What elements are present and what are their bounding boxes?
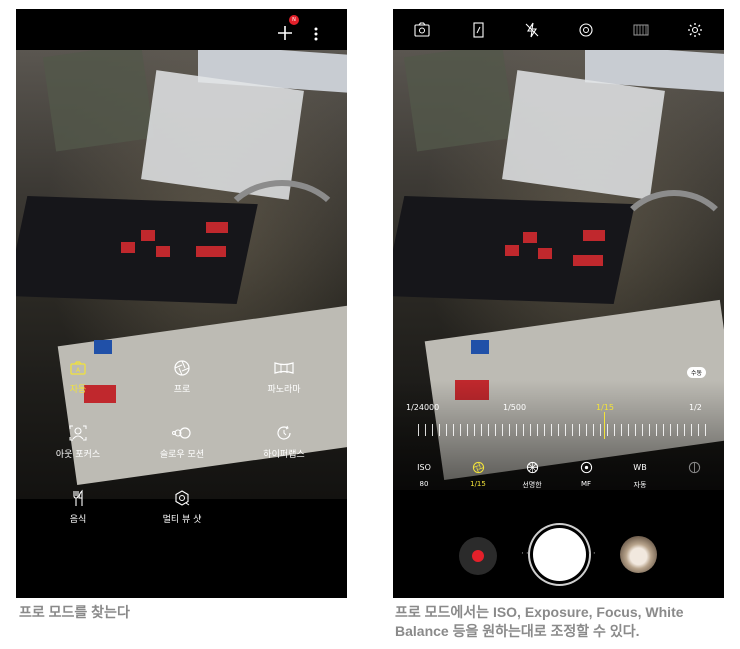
- settings-icon[interactable]: [686, 21, 704, 39]
- camera-switch-icon[interactable]: [413, 21, 431, 39]
- shutter-speed-label: 1/24000: [406, 403, 440, 412]
- mode-hyperlapse[interactable]: 하이퍼랩스: [234, 424, 334, 460]
- camera-a-icon: A: [67, 359, 89, 377]
- panorama-icon: [273, 359, 295, 377]
- mode-swipe-dots: ··: [521, 549, 531, 559]
- color-tone-value: 선명한: [522, 481, 542, 489]
- shutter-control[interactable]: 1/15: [453, 461, 503, 488]
- mode-label: 슬로우 모션: [159, 450, 205, 460]
- filter-icon[interactable]: [632, 21, 650, 39]
- shutter-button[interactable]: [533, 528, 586, 581]
- wb-value: 자동: [633, 481, 647, 489]
- right-phone-screen: 수동 1/24000 1/500 1/15 1/2 ISO 80 1/15 선명…: [393, 9, 724, 598]
- svg-text:A: A: [76, 367, 81, 374]
- iso-icon: ISO: [417, 463, 431, 472]
- aperture-icon: [453, 461, 503, 475]
- caption-right: 프로 모드에서는 ISO, Exposure, Focus, White Bal…: [395, 604, 684, 639]
- exposure-icon: [669, 461, 719, 475]
- plus-icon[interactable]: [275, 23, 295, 43]
- focus-icon: [561, 461, 611, 475]
- focus-person-icon: [67, 424, 89, 442]
- aspect-ratio-icon[interactable]: [469, 21, 487, 39]
- vertical-dots-icon[interactable]: [312, 25, 320, 43]
- flash-off-icon[interactable]: [523, 21, 541, 39]
- mode-label: 하이퍼랩스: [263, 450, 305, 460]
- mode-label: 음식: [69, 515, 87, 525]
- mode-food[interactable]: 음식: [28, 489, 128, 525]
- mode-pro[interactable]: 프로: [132, 359, 232, 395]
- shutter-speed-label: 1/500: [503, 403, 527, 412]
- iso-value: 80: [419, 480, 429, 488]
- slider-cursor[interactable]: [604, 412, 605, 439]
- record-icon: [472, 550, 484, 562]
- aperture-icon: [171, 359, 193, 377]
- shutter-speed-slider[interactable]: [418, 424, 708, 436]
- mode-live-focus[interactable]: 아웃 포커스: [28, 424, 128, 460]
- mode-label: 멀티 뷰 샷: [162, 515, 202, 525]
- mode-slow-motion[interactable]: 슬로우 모션: [132, 424, 232, 460]
- camera-top-bar: [393, 9, 724, 50]
- caption-left: 프로 모드를 찾는다: [19, 604, 130, 620]
- record-button[interactable]: [459, 537, 497, 575]
- white-balance-control[interactable]: WB 자동: [615, 461, 665, 490]
- left-phone-screen: N A 자동 프로 파노라마 아웃 포커스 슬로우 모션 하이퍼랩스 음식 멀티…: [16, 9, 347, 598]
- mode-label: 아웃 포커스: [55, 450, 101, 460]
- exposure-control[interactable]: [669, 461, 719, 480]
- shutter-speed-label-selected: 1/15: [596, 403, 614, 412]
- shutter-speed-label: 1/2: [689, 403, 702, 412]
- mode-multi-view[interactable]: 멀티 뷰 샷: [132, 489, 232, 525]
- multi-view-icon: [171, 489, 193, 507]
- wb-icon: WB: [633, 463, 647, 472]
- mode-swipe-dots: ··: [588, 549, 598, 559]
- hyperlapse-icon: [273, 424, 295, 442]
- timer-icon[interactable]: [577, 21, 595, 39]
- iso-control[interactable]: ISO 80: [399, 461, 449, 488]
- color-tone-icon: [507, 461, 557, 475]
- shutter-value: 1/15: [470, 480, 486, 488]
- mode-label: 파노라마: [267, 385, 301, 395]
- slow-motion-icon: [171, 424, 193, 442]
- fork-knife-icon: [67, 489, 89, 507]
- manual-mode-badge: 수동: [686, 367, 706, 378]
- focus-control[interactable]: MF: [561, 461, 611, 488]
- mode-auto[interactable]: A 자동: [28, 359, 128, 395]
- mode-label: 프로: [173, 385, 191, 395]
- gallery-thumbnail[interactable]: [620, 536, 657, 573]
- focus-value: MF: [580, 480, 592, 488]
- color-tone-control[interactable]: 선명한: [507, 461, 557, 490]
- camera-top-bar: N: [16, 9, 347, 50]
- notification-badge: N: [289, 15, 299, 25]
- mode-panorama[interactable]: 파노라마: [234, 359, 334, 395]
- mode-label: 자동: [69, 385, 87, 395]
